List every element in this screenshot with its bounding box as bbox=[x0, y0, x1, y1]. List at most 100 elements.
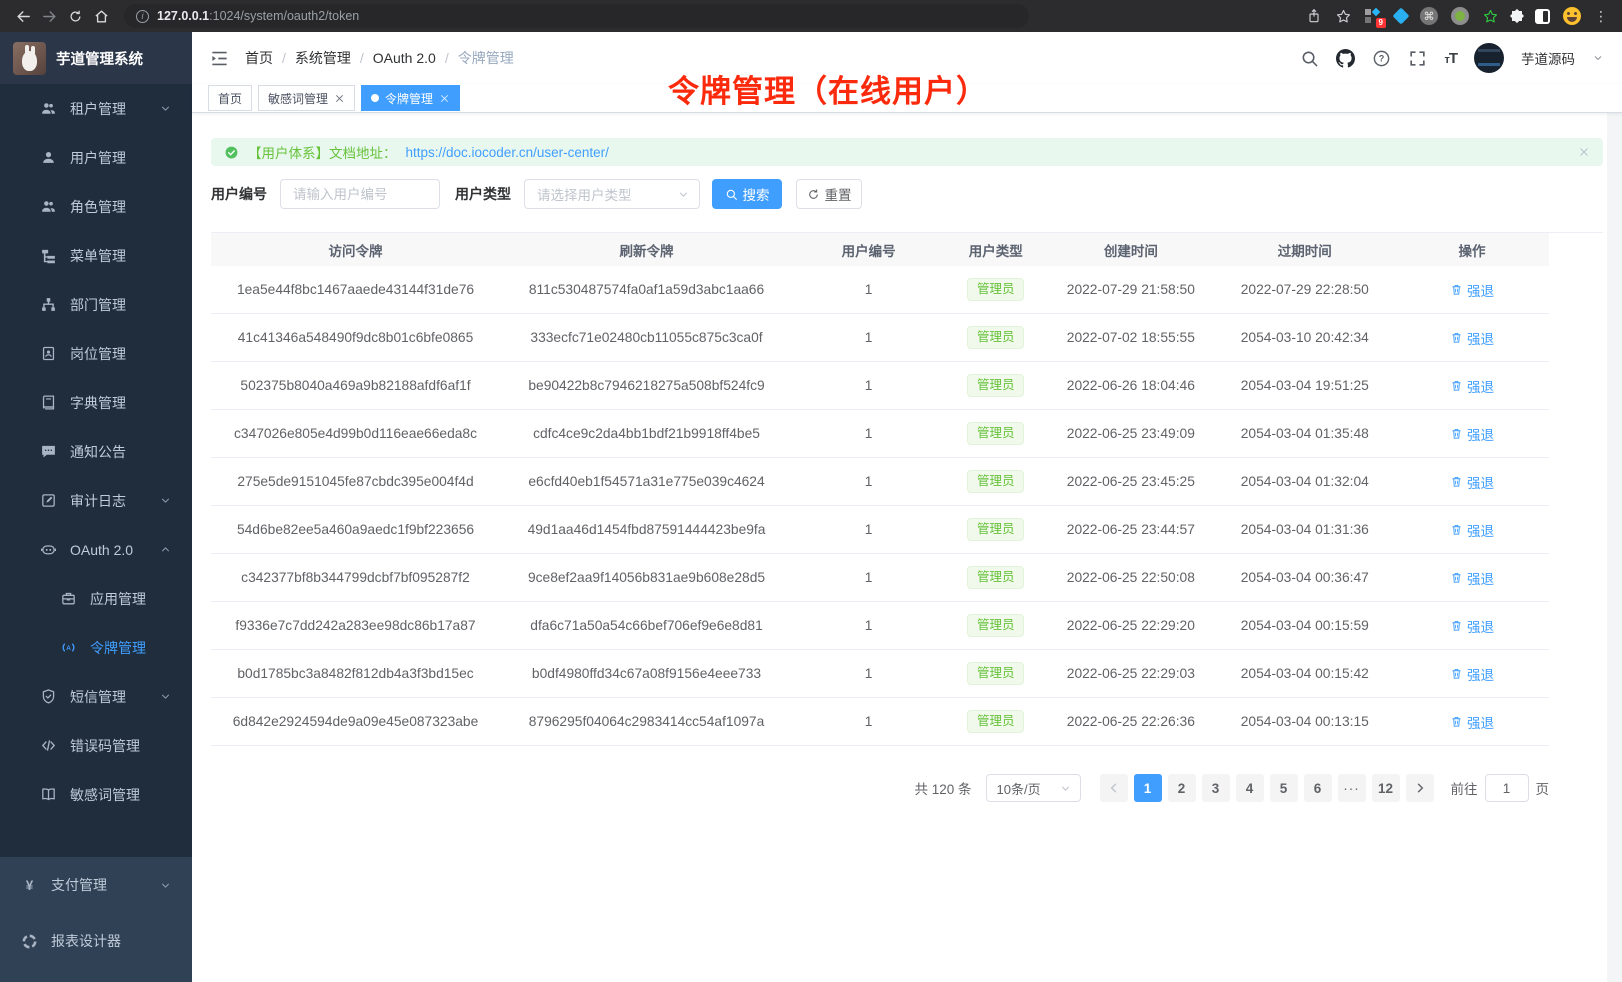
next-page-button[interactable] bbox=[1406, 774, 1434, 802]
reset-button[interactable]: 重置 bbox=[796, 179, 862, 209]
user-id-input[interactable] bbox=[280, 179, 440, 209]
content-scroll-gutter[interactable] bbox=[1607, 113, 1622, 982]
site-info-icon[interactable]: i bbox=[136, 10, 149, 23]
address-bar[interactable]: i 127.0.0.1:1024/system/oauth2/token bbox=[124, 4, 1029, 28]
browser-menu-icon[interactable]: ⋮ bbox=[1594, 9, 1608, 23]
help-icon[interactable] bbox=[1372, 49, 1391, 68]
force-logout-button[interactable]: 强退 bbox=[1450, 520, 1494, 540]
page-button[interactable]: 12 bbox=[1372, 774, 1400, 802]
created-at-cell: 2022-06-25 22:50:08 bbox=[1047, 570, 1214, 585]
sidebar-item-post[interactable]: 岗位管理 bbox=[0, 329, 192, 378]
created-at-cell: 2022-06-25 23:49:09 bbox=[1047, 426, 1214, 441]
tag-view-tab[interactable]: 敏感词管理 bbox=[258, 85, 355, 111]
user-name[interactable]: 芋道源码 bbox=[1521, 48, 1575, 68]
bookmark-star-icon[interactable] bbox=[1335, 8, 1352, 25]
force-logout-button[interactable]: 强退 bbox=[1450, 376, 1494, 396]
browser-back-button[interactable] bbox=[10, 3, 36, 29]
access-token-cell: 41c41346a548490f9dc8b01c6bfe0865 bbox=[211, 330, 500, 345]
breadcrumb-item[interactable]: 系统管理 bbox=[295, 48, 351, 68]
goto-page-input[interactable] bbox=[1485, 774, 1529, 802]
table-header-cell: 创建时间 bbox=[1047, 240, 1214, 260]
extension-grid-icon[interactable]: 9 bbox=[1365, 8, 1382, 25]
user-type-select[interactable]: 请选择用户类型 bbox=[524, 179, 700, 209]
sidebar-item-menu[interactable]: 菜单管理 bbox=[0, 231, 192, 280]
url-host: 127.0.0.1 bbox=[157, 9, 209, 23]
page-button[interactable]: 3 bbox=[1202, 774, 1230, 802]
sidebar-item-oauth2[interactable]: OAuth 2.0 bbox=[0, 525, 192, 574]
tag-view-tab[interactable]: 首页 bbox=[208, 85, 252, 111]
extension-record-icon[interactable] bbox=[1451, 7, 1469, 25]
sidebar-item-pay[interactable]: 支付管理 bbox=[0, 857, 192, 913]
font-size-icon[interactable]: тT bbox=[1444, 50, 1457, 67]
report-designer-icon bbox=[21, 933, 38, 950]
breadcrumb-item[interactable]: 首页 bbox=[245, 48, 273, 68]
sidebar-item-oauth2-app[interactable]: 应用管理 bbox=[0, 574, 192, 623]
page-ellipsis-button[interactable]: ··· bbox=[1338, 774, 1366, 802]
force-logout-button[interactable]: 强退 bbox=[1450, 472, 1494, 492]
close-icon[interactable] bbox=[439, 93, 450, 104]
page-button[interactable]: 6 bbox=[1304, 774, 1332, 802]
sidebar-item-dict[interactable]: 字典管理 bbox=[0, 378, 192, 427]
share-icon[interactable] bbox=[1306, 8, 1322, 24]
alert-doc-link[interactable]: https://doc.iocoder.cn/user-center/ bbox=[406, 145, 609, 160]
trash-icon bbox=[1450, 571, 1463, 584]
sidebar-item-errcode[interactable]: 错误码管理 bbox=[0, 721, 192, 770]
sidebar-item-report[interactable]: 报表设计器 bbox=[0, 913, 192, 969]
force-logout-button[interactable]: 强退 bbox=[1450, 712, 1494, 732]
extension-star-icon[interactable] bbox=[1482, 8, 1499, 25]
browser-forward-button[interactable] bbox=[36, 3, 62, 29]
user-avatar[interactable] bbox=[1474, 43, 1504, 73]
sidebar-item-role[interactable]: 角色管理 bbox=[0, 182, 192, 231]
user-id-cell: 1 bbox=[793, 618, 944, 633]
github-icon[interactable] bbox=[1336, 49, 1355, 68]
force-logout-button[interactable]: 强退 bbox=[1450, 424, 1494, 444]
access-token-cell: 6d842e2924594de9a09e45e087323abe bbox=[211, 714, 500, 729]
sidebar-item-sms[interactable]: 短信管理 bbox=[0, 672, 192, 721]
user-id-cell: 1 bbox=[793, 426, 944, 441]
sidebar-item-dept[interactable]: 部门管理 bbox=[0, 280, 192, 329]
sidebar-collapse-icon[interactable] bbox=[210, 49, 229, 68]
prev-page-button[interactable] bbox=[1100, 774, 1128, 802]
browser-refresh-button[interactable] bbox=[62, 3, 88, 29]
user-id-cell: 1 bbox=[793, 330, 944, 345]
page-button[interactable]: 4 bbox=[1236, 774, 1264, 802]
token-table: 访问令牌 刷新令牌 用户编号 用户类型 创建时间 过期时间 操作 1ea5e44… bbox=[211, 232, 1603, 746]
user-type-cell: 管理员 bbox=[944, 374, 1047, 398]
force-logout-button[interactable]: 强退 bbox=[1450, 616, 1494, 636]
app-logo[interactable]: 芋道管理系统 bbox=[0, 32, 192, 84]
extension-command-icon[interactable]: ⌘ bbox=[1420, 7, 1438, 25]
access-token-cell: 1ea5e44f8bc1467aaede43144f31de76 bbox=[211, 282, 500, 297]
page-size-select[interactable]: 10条/页 bbox=[986, 774, 1081, 802]
force-logout-button[interactable]: 强退 bbox=[1450, 664, 1494, 684]
extension-sidebar-icon[interactable] bbox=[1535, 9, 1550, 24]
sidebar-item-audit[interactable]: 审计日志 bbox=[0, 476, 192, 525]
page-button[interactable]: 1 bbox=[1134, 774, 1162, 802]
breadcrumb-item[interactable]: OAuth 2.0 bbox=[373, 50, 436, 66]
page-button[interactable]: 5 bbox=[1270, 774, 1298, 802]
browser-home-button[interactable] bbox=[88, 3, 114, 29]
sidebar-item-oauth2-token[interactable]: 令牌管理 bbox=[0, 623, 192, 672]
goto-page: 前往 页 bbox=[1451, 774, 1550, 802]
search-icon[interactable] bbox=[1300, 49, 1319, 68]
fullscreen-icon[interactable] bbox=[1408, 49, 1427, 68]
url-text: 127.0.0.1:1024/system/oauth2/token bbox=[157, 9, 359, 23]
force-logout-button[interactable]: 强退 bbox=[1450, 328, 1494, 348]
search-button[interactable]: 搜索 bbox=[712, 179, 782, 209]
expires-at-cell: 2054-03-04 19:51:25 bbox=[1214, 378, 1395, 393]
sidebar-item-user[interactable]: 用户管理 bbox=[0, 133, 192, 182]
extension-pinwheel-icon[interactable] bbox=[1512, 11, 1522, 21]
force-logout-button[interactable]: 强退 bbox=[1450, 280, 1494, 300]
force-logout-button[interactable]: 强退 bbox=[1450, 568, 1494, 588]
extension-gem-icon[interactable] bbox=[1393, 8, 1410, 25]
trash-icon bbox=[1450, 427, 1463, 440]
sidebar-item-sensitive-word[interactable]: 敏感词管理 bbox=[0, 770, 192, 819]
user-id-cell: 1 bbox=[793, 378, 944, 393]
alert-close-icon[interactable] bbox=[1578, 146, 1590, 158]
profile-avatar-icon[interactable] bbox=[1563, 7, 1581, 25]
page-button[interactable]: 2 bbox=[1168, 774, 1196, 802]
tag-view-tab[interactable]: 令牌管理 bbox=[361, 85, 460, 111]
close-icon[interactable] bbox=[334, 93, 345, 104]
topbar-actions: тT 芋道源码 bbox=[1300, 43, 1604, 73]
sidebar-item-notice[interactable]: 通知公告 bbox=[0, 427, 192, 476]
sidebar-item-tenant[interactable]: 租户管理 bbox=[0, 84, 192, 133]
